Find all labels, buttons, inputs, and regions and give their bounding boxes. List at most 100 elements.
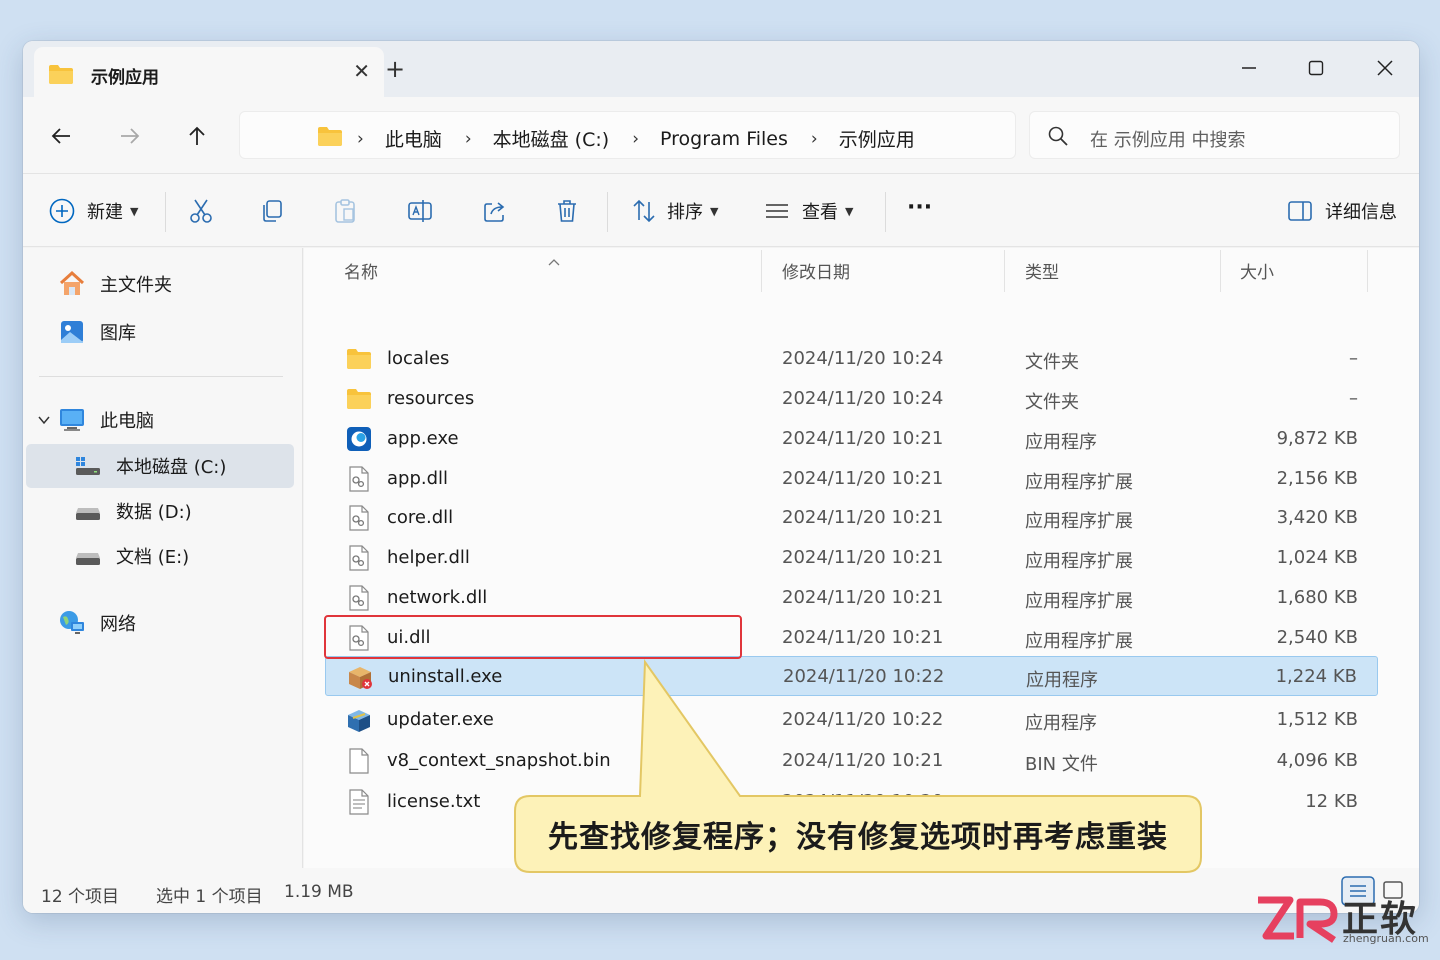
minimize-button[interactable] [1226,51,1272,85]
column-divider[interactable] [1367,250,1368,292]
file-name: helper.dll [387,547,470,568]
sidebar-item-this-pc[interactable]: 此电脑 [58,399,154,441]
more-button[interactable]: ··· [907,192,932,222]
navigation-bar: › 此电脑 › 本地磁盘 (C:) › Program Files › 示例应用… [23,97,1419,173]
chevron-down-icon: ▼ [130,204,139,218]
paste-button[interactable] [333,196,357,226]
sidebar-item-drive-e[interactable]: 文档 (E:) [74,535,189,577]
new-tab-button[interactable]: + [385,57,405,81]
column-header-size[interactable]: 大小 [1240,258,1274,283]
file-date: 2024/11/20 10:21 [782,468,944,489]
copy-button[interactable] [260,196,284,226]
file-row[interactable]: locales 2024/11/20 10:24 文件夹 – [325,340,1378,378]
column-header-type[interactable]: 类型 [1025,258,1059,283]
file-name: uninstall.exe [388,666,503,687]
cut-button[interactable] [189,196,213,226]
delete-button[interactable] [555,196,579,226]
breadcrumb-this-pc[interactable]: 此电脑 [385,125,442,152]
file-date: 2024/11/20 10:21 [782,547,944,568]
sidebar-item-gallery[interactable]: 图库 [58,311,136,353]
forward-button[interactable] [115,121,145,151]
plus-circle-icon [49,198,75,224]
dll-icon [345,544,373,572]
file-row[interactable]: network.dll 2024/11/20 10:21 应用程序扩展 1,680 K… [325,579,1378,617]
sidebar-item-network[interactable]: 网络 [58,602,136,644]
file-name: v8_context_snapshot.bin [387,750,611,771]
file-name: app.exe [387,428,459,449]
breadcrumb-drive-c[interactable]: 本地磁盘 (C:) [493,125,610,152]
back-button[interactable] [46,121,76,151]
share-button[interactable] [482,196,508,226]
column-header-name[interactable]: 名称 [344,258,378,283]
file-row[interactable]: app.exe 2024/11/20 10:21 应用程序 9,872 KB [325,420,1378,458]
file-row[interactable]: uninstall.exe 2024/11/20 10:22 应用程序 1,224 K… [325,656,1378,696]
gallery-icon [58,318,86,346]
view-label: 查看 [802,202,838,223]
file-list: 名称 修改日期 类型 大小 locales 2024/11/20 10:24 文件夹… [304,248,1419,868]
file-name: network.dll [387,587,488,608]
view-button[interactable]: 查看 ▼ [764,196,853,226]
sidebar-item-home[interactable]: 主文件夹 [58,263,172,305]
maximize-button[interactable] [1293,51,1339,85]
file-row[interactable]: resources 2024/11/20 10:24 文件夹 – [325,380,1378,418]
copy-icon [263,200,282,222]
breadcrumb-chevron-icon[interactable]: › [632,129,639,149]
file-name: resources [387,388,475,409]
list-view-icon [766,204,788,218]
sort-button[interactable]: 排序 ▼ [631,196,718,226]
sidebar-item-label: 文档 (E:) [116,547,190,568]
file-date: 2024/11/20 10:24 [782,388,944,409]
sort-ascending-icon [547,252,561,271]
separator [165,192,166,232]
new-button[interactable]: 新建 ▼ [49,196,138,226]
sidebar-item-label: 本地磁盘 (C:) [116,457,227,478]
column-divider[interactable] [761,250,762,292]
separator [607,192,608,232]
close-button[interactable] [1362,51,1408,85]
network-icon [58,609,86,637]
breadcrumb-chevron-icon[interactable]: › [811,129,818,149]
file-row[interactable]: v8_context_snapshot.bin 2024/11/20 10:21 B… [325,742,1378,780]
up-button[interactable] [182,121,212,151]
folder-icon [345,385,373,413]
command-bar: 新建 ▼ 排序 ▼ 查看 ▼ ··· 详细信息 [23,173,1419,247]
rename-button[interactable] [407,196,433,226]
home-icon [58,270,86,298]
drive-icon [74,497,102,525]
arrow-left-icon [51,128,70,144]
file-row[interactable]: helper.dll 2024/11/20 10:21 应用程序扩展 1,024 KB [325,539,1378,577]
address-bar[interactable]: › 此电脑 › 本地磁盘 (C:) › Program Files › 示例应用 [239,111,1016,159]
column-header-date[interactable]: 修改日期 [782,258,850,283]
tab-active[interactable]: 示例应用 ✕ [34,47,384,97]
breadcrumb-chevron-icon[interactable]: › [357,129,364,149]
dll-icon [345,504,373,532]
annotation-highlight-box [324,615,742,659]
column-divider[interactable] [1220,250,1221,292]
breadcrumb-app-folder[interactable]: 示例应用 [839,125,915,152]
sidebar-item-drive-d[interactable]: 数据 (D:) [74,490,192,532]
file-date: 2024/11/20 10:21 [782,428,944,449]
chevron-down-icon[interactable] [37,412,51,431]
file-row[interactable]: app.dll 2024/11/20 10:21 应用程序扩展 2,156 KB [325,460,1378,498]
file-date: 2024/11/20 10:21 [782,627,944,648]
file-row[interactable]: updater.exe 2024/11/20 10:22 应用程序 1,512 KB [325,701,1378,739]
file-row[interactable]: core.dll 2024/11/20 10:21 应用程序扩展 3,420 KB [325,499,1378,537]
computer-icon [58,406,86,434]
file-date: 2024/11/20 10:21 [782,507,944,528]
file-name: updater.exe [387,709,494,730]
installer-box-icon [346,663,374,691]
folder-icon [48,63,74,89]
breadcrumb-program-files[interactable]: Program Files [660,128,788,150]
breadcrumb-chevron-icon[interactable]: › [465,129,472,149]
file-size: – [1349,388,1358,409]
search-input[interactable]: 在 示例应用 中搜索 [1029,111,1400,159]
column-divider[interactable] [1004,250,1005,292]
sidebar-item-label: 数据 (D:) [116,502,192,523]
folder-icon [317,125,343,151]
tab-close-button[interactable]: ✕ [353,59,370,83]
chevron-down-icon: ▼ [710,204,719,218]
scissors-icon [190,199,212,223]
sidebar-item-drive-c[interactable]: 本地磁盘 (C:) [74,445,226,487]
details-button[interactable]: 详细信息 [1287,196,1397,226]
file-type: 文件夹 [1025,352,1079,373]
